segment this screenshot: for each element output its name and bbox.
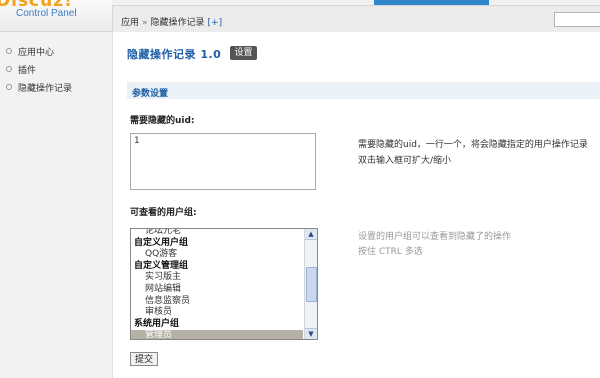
list-option[interactable]: 信息监察员 xyxy=(131,296,303,308)
bullet-icon xyxy=(6,48,12,54)
option-group-heading: 自定义用户组 xyxy=(134,237,189,248)
settings-button[interactable]: 设置 xyxy=(230,46,257,60)
sidebar-item-label: 应用中心 xyxy=(18,48,55,58)
list-option[interactable]: 审核员 xyxy=(131,307,303,319)
groups-field-label: 可查看的用户组: xyxy=(130,208,197,218)
section-title: 参数设置 xyxy=(132,89,169,99)
main-content: 隐藏操作记录 1.0 设置 参数设置 需要隐藏的uid: 1 需要隐藏的uid，… xyxy=(113,32,600,378)
bullet-icon xyxy=(6,66,12,72)
groups-hint-ctrl: 按住 CTRL 多选 xyxy=(358,247,423,257)
breadcrumb-root[interactable]: 应用 xyxy=(121,18,139,28)
option-group-heading: 系统用户组 xyxy=(134,318,180,329)
add-shortcut-link[interactable]: [+] xyxy=(208,18,223,28)
breadcrumb-current: 隐藏操作记录 xyxy=(150,18,205,28)
sidebar-item-plugins[interactable]: 插件 xyxy=(6,63,36,76)
option-group-heading: 自定义管理组 xyxy=(134,260,189,271)
panel-name: Control Panel xyxy=(16,8,77,19)
sidebar-item-hide-logs[interactable]: 隐藏操作记录 xyxy=(6,81,72,94)
page-title: 隐藏操作记录 1.0 xyxy=(127,48,222,61)
list-option[interactable]: 网站编辑 xyxy=(131,284,303,296)
uid-textarea[interactable]: 1 xyxy=(130,133,316,190)
list-option[interactable]: QQ游客 xyxy=(131,249,303,261)
active-top-tab[interactable] xyxy=(374,0,489,5)
section-header: 参数设置 xyxy=(127,82,600,99)
breadcrumb: 应用» 隐藏操作记录 [+] xyxy=(121,15,222,28)
usergroup-multiselect[interactable]: 论坛元老 自定义用户组 QQ游客 自定义管理组 实习版主 网站编辑 信息监察员 … xyxy=(130,228,318,340)
groups-hint: 设置的用户组可以查看到隐藏了的操作 xyxy=(358,232,512,242)
list-option[interactable]: 实习版主 xyxy=(131,272,303,284)
submit-button[interactable]: 提交 xyxy=(130,352,158,366)
scroll-up-icon[interactable]: ▲ xyxy=(305,229,317,240)
top-header: Discuz! Control Panel 应用» 隐藏操作记录 [+] xyxy=(0,0,600,32)
scroll-thumb[interactable] xyxy=(306,267,317,302)
sidebar-item-app-center[interactable]: 应用中心 xyxy=(6,45,54,58)
uid-hint-resize: 双击输入框可扩大/缩小 xyxy=(358,156,452,166)
uid-field-label: 需要隐藏的uid: xyxy=(130,116,195,126)
uid-hint: 需要隐藏的uid，一行一个，将会隐藏指定的用户操作记录 xyxy=(358,140,588,150)
header-bar: 应用» 隐藏操作记录 [+] xyxy=(112,0,600,32)
logo-area: Discuz! Control Panel xyxy=(0,0,112,31)
sidebar: 应用中心 插件 隐藏操作记录 xyxy=(0,32,113,378)
scroll-down-icon[interactable]: ▼ xyxy=(305,328,317,339)
sidebar-item-label: 插件 xyxy=(18,66,37,76)
sidebar-item-label: 隐藏操作记录 xyxy=(18,84,73,94)
option-list: 论坛元老 自定义用户组 QQ游客 自定义管理组 实习版主 网站编辑 信息监察员 … xyxy=(131,229,303,339)
bullet-icon xyxy=(6,84,12,90)
search-input[interactable] xyxy=(554,12,600,27)
listbox-scrollbar[interactable]: ▲ ▼ xyxy=(304,229,317,339)
list-option-selected[interactable]: 管理员 xyxy=(131,330,303,339)
breadcrumb-separator: » xyxy=(142,18,148,28)
list-option[interactable]: 论坛元老 xyxy=(131,229,303,238)
